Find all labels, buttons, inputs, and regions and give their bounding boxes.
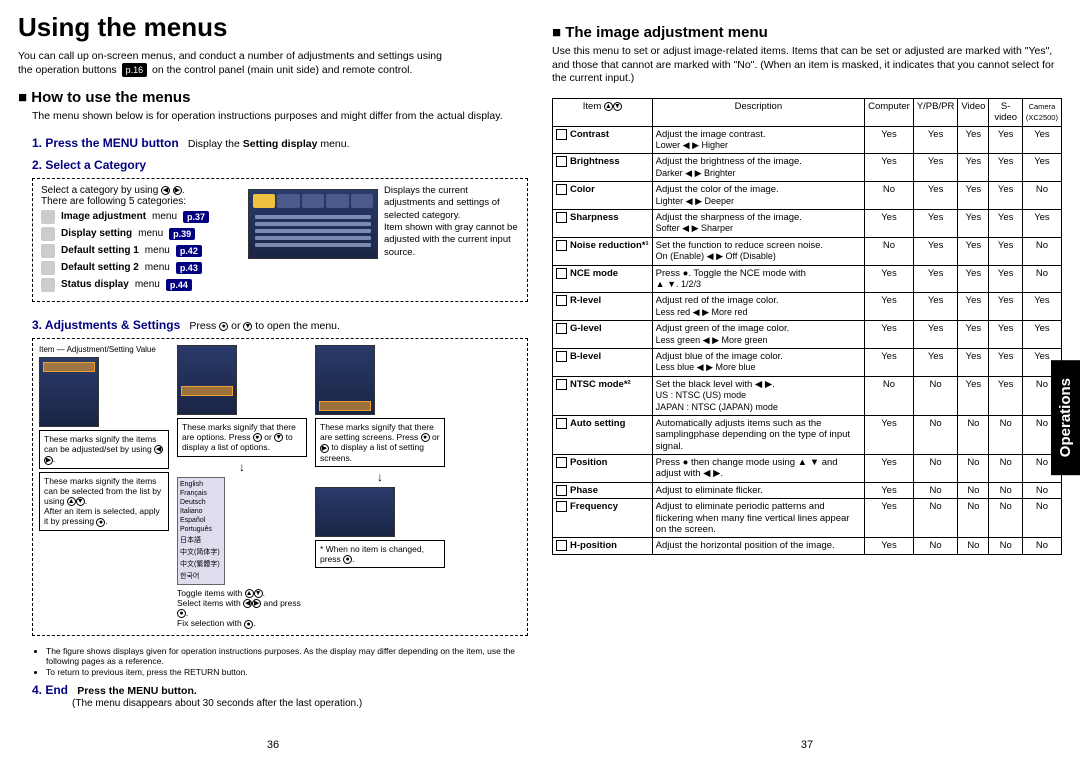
category-icon (41, 278, 55, 292)
item-icon (556, 540, 567, 551)
category-icon (41, 210, 55, 224)
category-row: Display setting menu p.39 (41, 227, 242, 241)
table-row: Contrast Adjust the image contrast.Lower… (553, 126, 1062, 154)
page-ref-badge: p.44 (166, 279, 192, 291)
item-icon (556, 351, 567, 362)
language-dropdown-mock: EnglishFrançaisDeutschItalianoEspañolPor… (177, 477, 225, 585)
table-row: Sharpness Adjust the sharpness of the im… (553, 210, 1062, 238)
table-row: Brightness Adjust the brightness of the … (553, 154, 1062, 182)
anno-setting-screens: These marks signify that there are setti… (315, 418, 445, 467)
item-icon (556, 485, 567, 496)
osd-screenshot (248, 189, 378, 259)
page-ref-badge: p.39 (169, 228, 195, 240)
how-sub: The menu shown below is for operation in… (32, 110, 528, 124)
image-adj-sub: Use this menu to set or adjust image-rel… (552, 45, 1062, 86)
item-icon (556, 240, 567, 251)
intro-text: You can call up on-screen menus, and con… (18, 49, 528, 77)
right-icon: ▶ (44, 456, 53, 465)
item-icon (556, 418, 567, 429)
table-row: NTSC mode*² Set the black level with ◀ ▶… (553, 376, 1062, 415)
item-icon (556, 156, 567, 167)
page-ref-badge: p.42 (176, 245, 202, 257)
item-icon (556, 212, 567, 223)
heading-image-adjustment: The image adjustment menu (552, 24, 1062, 41)
down-icon: ▼ (76, 497, 85, 506)
item-icon (556, 323, 567, 334)
table-row: G-level Adjust green of the image color.… (553, 321, 1062, 349)
category-row: Image adjustment menu p.37 (41, 210, 242, 224)
item-icon (556, 379, 567, 390)
table-row: NCE mode Press ●. Toggle the NCE mode wi… (553, 265, 1062, 293)
page-spread: Using the menus You can call up on-scree… (0, 0, 1080, 763)
select-category-box: Select a category by using ◀ ▶. There ar… (32, 178, 528, 302)
item-icon (556, 184, 567, 195)
category-icon (41, 261, 55, 275)
arrow-down-icon: ↓ (177, 460, 307, 474)
category-row: Default setting 1 menu p.42 (41, 244, 242, 258)
item-icon (556, 295, 567, 306)
left-icon: ◀ (154, 445, 163, 454)
figure-notes: The figure shows displays given for oper… (36, 646, 528, 678)
step-3: 3. Adjustments & Settings Press ● or ▼ t… (32, 318, 528, 332)
page-number-left: 36 (18, 731, 528, 751)
adjustment-table: Item ▲▼ Description Computer Y/PB/PR Vid… (552, 98, 1062, 555)
osd-mini-2 (177, 345, 237, 415)
osd-mini-3 (315, 345, 375, 415)
step-2: 2. Select a Category (32, 158, 528, 172)
enter-icon: ● (219, 322, 228, 331)
item-icon (556, 268, 567, 279)
table-row: Frequency Adjust to eliminate periodic p… (553, 499, 1062, 538)
table-row: Auto setting Automatically adjusts items… (553, 415, 1062, 454)
category-icon (41, 244, 55, 258)
category-row: Default setting 2 menu p.43 (41, 261, 242, 275)
heading-how-to-use: How to use the menus (18, 89, 528, 106)
page-ref-badge: p.37 (183, 211, 209, 223)
anno-no-change: * When no item is changed, press ●. (315, 540, 445, 568)
table-row: R-level Adjust red of the image color.Le… (553, 293, 1062, 321)
item-icon (556, 501, 567, 512)
anno-options: These marks signify that there are optio… (177, 418, 307, 457)
right-icon: ▶ (173, 186, 182, 195)
up-icon: ▲ (67, 497, 76, 506)
step-1: 1. Press the MENU button Display the Set… (32, 136, 528, 150)
anno-list-marks: These marks signify the items can be sel… (39, 472, 169, 531)
category-icon (41, 227, 55, 241)
page-ref-badge: p.43 (176, 262, 202, 274)
category-row: Status display menu p.44 (41, 278, 242, 292)
adjustments-box: Item — Adjustment/Setting Value These ma… (32, 338, 528, 636)
side-tab-operations: Operations (1051, 360, 1080, 475)
enter-icon: ● (96, 518, 105, 527)
right-page: The image adjustment menu Use this menu … (552, 12, 1062, 751)
table-row: Position Press ● then change mode using … (553, 455, 1062, 483)
arrow-down-icon: ↓ (315, 470, 445, 484)
item-icon (556, 129, 567, 140)
osd-mini-4 (315, 487, 395, 537)
table-row: H-position Adjust the horizontal positio… (553, 538, 1062, 554)
left-icon: ◀ (161, 186, 170, 195)
table-row: Noise reduction*¹ Set the function to re… (553, 237, 1062, 265)
table-row: B-level Adjust blue of the image color.L… (553, 348, 1062, 376)
table-row: Color Adjust the color of the image.Ligh… (553, 182, 1062, 210)
anno-adjust-marks: These marks signify the items can be adj… (39, 430, 169, 469)
page-title: Using the menus (18, 12, 528, 43)
table-row: Phase Adjust to eliminate flicker. Yes N… (553, 482, 1062, 498)
down-icon: ▼ (274, 433, 283, 442)
down-icon: ▼ (243, 322, 252, 331)
item-icon (556, 457, 567, 468)
osd-mini-1 (39, 357, 99, 427)
left-page: Using the menus You can call up on-scree… (18, 12, 528, 751)
page-number-right: 37 (552, 731, 1062, 751)
step-4: 4. End Press the MENU button. (The menu … (32, 683, 528, 709)
page-ref-16: p.16 (122, 63, 148, 77)
enter-icon: ● (253, 433, 262, 442)
category-list: Image adjustment menu p.37 Display setti… (41, 210, 242, 292)
